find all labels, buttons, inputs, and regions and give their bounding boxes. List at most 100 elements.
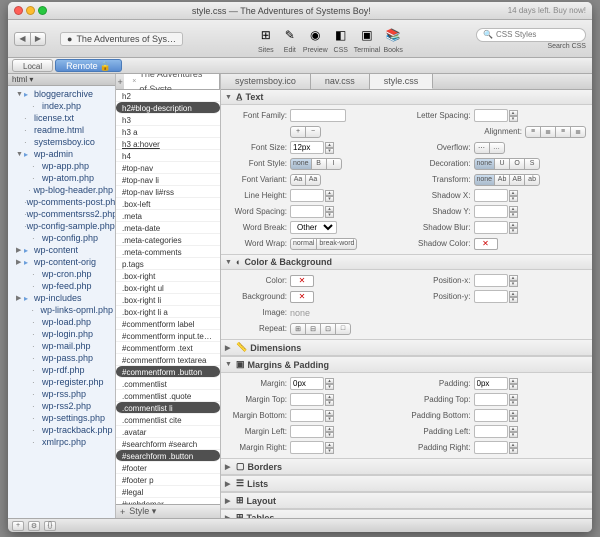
tree-item[interactable]: ·xmlrpc.php bbox=[8, 436, 115, 448]
step-down-icon[interactable]: ▾ bbox=[509, 416, 518, 422]
selector-item[interactable]: #searchform .button bbox=[116, 450, 220, 462]
step-down-icon[interactable]: ▾ bbox=[325, 448, 334, 454]
color-well[interactable] bbox=[290, 275, 314, 287]
section-layout-header[interactable]: ▶⊞Layout bbox=[221, 493, 592, 509]
step-down-icon[interactable]: ▾ bbox=[325, 416, 334, 422]
tree-item[interactable]: ·wp-pass.php bbox=[8, 352, 115, 364]
transform-segments[interactable]: noneAbABab bbox=[474, 174, 541, 186]
tree-item[interactable]: ·readme.html bbox=[8, 124, 115, 136]
selector-item[interactable]: h3 bbox=[116, 114, 220, 126]
selector-item[interactable]: .meta bbox=[116, 210, 220, 222]
selector-item[interactable]: h3 a:hover bbox=[116, 138, 220, 150]
selector-item[interactable]: .avatar bbox=[116, 426, 220, 438]
padding-input[interactable] bbox=[474, 377, 508, 390]
font-size-input[interactable] bbox=[290, 141, 324, 154]
margin-left-input[interactable] bbox=[290, 425, 324, 438]
margin-top-input[interactable] bbox=[290, 393, 324, 406]
selector-item[interactable]: #legal bbox=[116, 486, 220, 498]
selector-item[interactable]: .commentlist li bbox=[116, 402, 220, 414]
step-down-icon[interactable]: ▾ bbox=[509, 400, 518, 406]
step-down-icon[interactable]: ▾ bbox=[509, 432, 518, 438]
selector-item[interactable]: #commentform .button bbox=[116, 366, 220, 378]
local-tab[interactable]: Local bbox=[12, 59, 53, 72]
forward-button[interactable]: ▶ bbox=[30, 32, 46, 46]
editor-tab[interactable]: ×The Adventures of Syste… bbox=[124, 74, 220, 89]
tree-item[interactable]: ▼▸bloggerarchive bbox=[8, 88, 115, 100]
padding-top-input[interactable] bbox=[474, 393, 508, 406]
tree-item[interactable]: ·wp-rss2.php bbox=[8, 400, 115, 412]
tree-item[interactable]: ·wp-settings.php bbox=[8, 412, 115, 424]
search-field[interactable]: 🔍 bbox=[476, 28, 586, 42]
shadow-blur-input[interactable] bbox=[474, 221, 508, 234]
position-y-input[interactable] bbox=[474, 290, 508, 303]
selector-item[interactable]: h4 bbox=[116, 150, 220, 162]
tree-item[interactable]: ▶▸wp-content-orig bbox=[8, 256, 115, 268]
tree-item[interactable]: ·wp-config-sample.php bbox=[8, 220, 115, 232]
selector-item[interactable]: .commentlist .quote bbox=[116, 390, 220, 402]
tree-item[interactable]: ·wp-commentsrss2.php bbox=[8, 208, 115, 220]
tree-item[interactable]: ▶▸wp-includes bbox=[8, 292, 115, 304]
step-down-icon[interactable]: ▾ bbox=[509, 116, 518, 122]
step-down-icon[interactable]: ▾ bbox=[325, 212, 334, 218]
selector-item[interactable]: .box-right bbox=[116, 270, 220, 282]
margin-right-input[interactable] bbox=[290, 441, 324, 454]
selector-item[interactable]: h2#blog-description bbox=[116, 102, 220, 114]
section-dimensions-header[interactable]: ▶📏Dimensions bbox=[221, 340, 592, 356]
background-color-well[interactable] bbox=[290, 291, 314, 303]
tree-item[interactable]: ·wp-blog-header.php bbox=[8, 184, 115, 196]
selector-item[interactable]: .commentlist cite bbox=[116, 414, 220, 426]
tree-item[interactable]: ·wp-trackback.php bbox=[8, 424, 115, 436]
toolbar-css-button[interactable]: ◧CSS bbox=[330, 24, 352, 54]
tree-item[interactable]: ·license.txt bbox=[8, 112, 115, 124]
tree-item[interactable]: ·wp-rss.php bbox=[8, 388, 115, 400]
font-style-segments[interactable]: noneBI bbox=[290, 158, 342, 170]
editor-tab[interactable]: style.css bbox=[370, 74, 434, 89]
shadow-y-input[interactable] bbox=[474, 205, 508, 218]
zoom-icon[interactable] bbox=[38, 6, 47, 15]
remote-tab[interactable]: Remote 🔒 bbox=[55, 59, 122, 72]
tree-item[interactable]: ·index.php bbox=[8, 100, 115, 112]
selector-item[interactable]: #commentform textarea bbox=[116, 354, 220, 366]
step-down-icon[interactable]: ▾ bbox=[509, 196, 518, 202]
margin-bottom-input[interactable] bbox=[290, 409, 324, 422]
margin-input[interactable] bbox=[290, 377, 324, 390]
step-down-icon[interactable]: ▾ bbox=[325, 400, 334, 406]
search-input[interactable] bbox=[496, 30, 576, 39]
tree-item[interactable]: ▼▸wp-admin bbox=[8, 148, 115, 160]
section-margins-header[interactable]: ▼▣Margins & Padding bbox=[221, 357, 592, 373]
step-down-icon[interactable]: ▾ bbox=[509, 281, 518, 287]
step-down-icon[interactable]: ▾ bbox=[509, 384, 518, 390]
font-modifier-segments[interactable]: +− bbox=[290, 126, 321, 138]
action-button[interactable]: ⚙ bbox=[28, 521, 40, 531]
tree-item[interactable]: ·wp-atom.php bbox=[8, 172, 115, 184]
selector-item[interactable]: .meta-date bbox=[116, 222, 220, 234]
alignment-segments[interactable]: ≡≣≡≣ bbox=[525, 126, 586, 138]
padding-left-input[interactable] bbox=[474, 425, 508, 438]
step-down-icon[interactable]: ▾ bbox=[509, 228, 518, 234]
trial-notice[interactable]: 14 days left. Buy now! bbox=[508, 6, 586, 15]
selector-item[interactable]: #top-nav bbox=[116, 162, 220, 174]
document-tab[interactable]: ● The Adventures of Sys… bbox=[60, 32, 183, 46]
editor-tab[interactable]: nav.css bbox=[311, 74, 370, 89]
selector-item[interactable]: #footer p bbox=[116, 474, 220, 486]
letter-spacing-input[interactable] bbox=[474, 109, 508, 122]
step-down-icon[interactable]: ▾ bbox=[325, 196, 334, 202]
titlebar[interactable]: style.css — The Adventures of Systems Bo… bbox=[8, 2, 592, 20]
tree-item[interactable]: ·wp-config.php bbox=[8, 232, 115, 244]
style-dropdown[interactable]: Style ▾ bbox=[129, 506, 156, 517]
selector-item[interactable]: h3 a bbox=[116, 126, 220, 138]
selector-item[interactable]: .meta-comments bbox=[116, 246, 220, 258]
padding-bottom-input[interactable] bbox=[474, 409, 508, 422]
selector-item[interactable]: #commentform input.text, #… bbox=[116, 330, 220, 342]
word-wrap-segments[interactable]: normalbreak-word bbox=[290, 238, 357, 250]
toolbar-preview-button[interactable]: ◉Preview bbox=[303, 24, 328, 54]
add-tab-button[interactable]: + bbox=[116, 77, 124, 87]
tree-item[interactable]: ·wp-register.php bbox=[8, 376, 115, 388]
selector-item[interactable]: #top-nav li#rss bbox=[116, 186, 220, 198]
tree-item[interactable]: ·wp-cron.php bbox=[8, 268, 115, 280]
selector-item[interactable]: #footer bbox=[116, 462, 220, 474]
section-color-bg-header[interactable]: ▼◐Color & Background bbox=[221, 255, 592, 270]
step-down-icon[interactable]: ▾ bbox=[325, 432, 334, 438]
shadow-color-well[interactable] bbox=[474, 238, 498, 250]
toolbar-terminal-button[interactable]: ▣Terminal bbox=[354, 24, 380, 54]
